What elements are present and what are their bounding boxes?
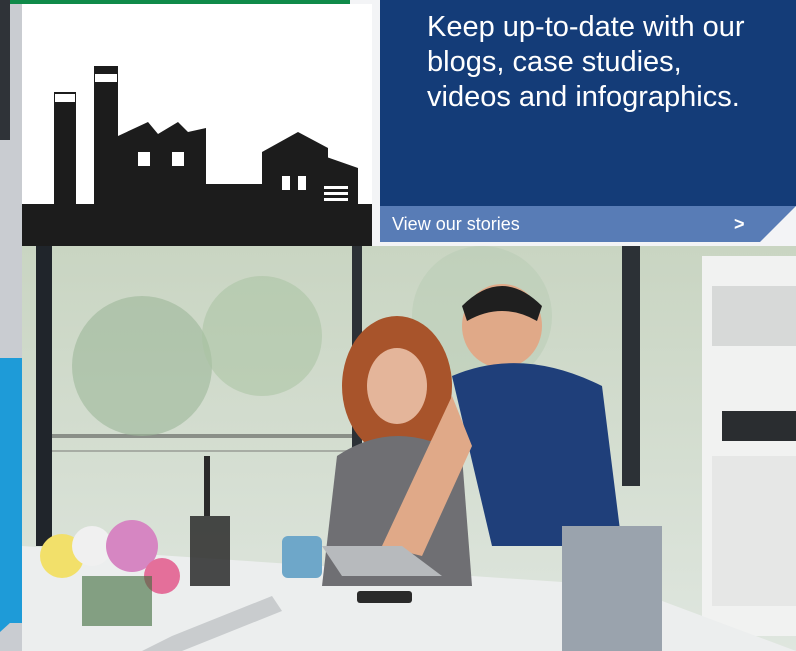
left-blue-accent-tip xyxy=(0,612,22,632)
industry-card xyxy=(22,4,372,246)
hero-photo xyxy=(22,246,796,651)
view-stories-link[interactable]: View our stories > xyxy=(380,206,796,242)
blog-promo-text: Keep up-to-date with our blogs, case stu… xyxy=(427,11,745,113)
factory-and-house-icon xyxy=(22,66,372,246)
cta-corner-cut xyxy=(760,206,796,242)
left-dark-edge xyxy=(0,0,10,140)
blog-promo-panel: Keep up-to-date with our blogs, case stu… xyxy=(380,0,796,206)
kitchen-couple-photo xyxy=(22,246,796,651)
left-blue-accent xyxy=(0,358,22,623)
view-stories-label[interactable]: View our stories xyxy=(392,214,520,235)
chevron-right-icon[interactable]: > xyxy=(734,214,745,235)
